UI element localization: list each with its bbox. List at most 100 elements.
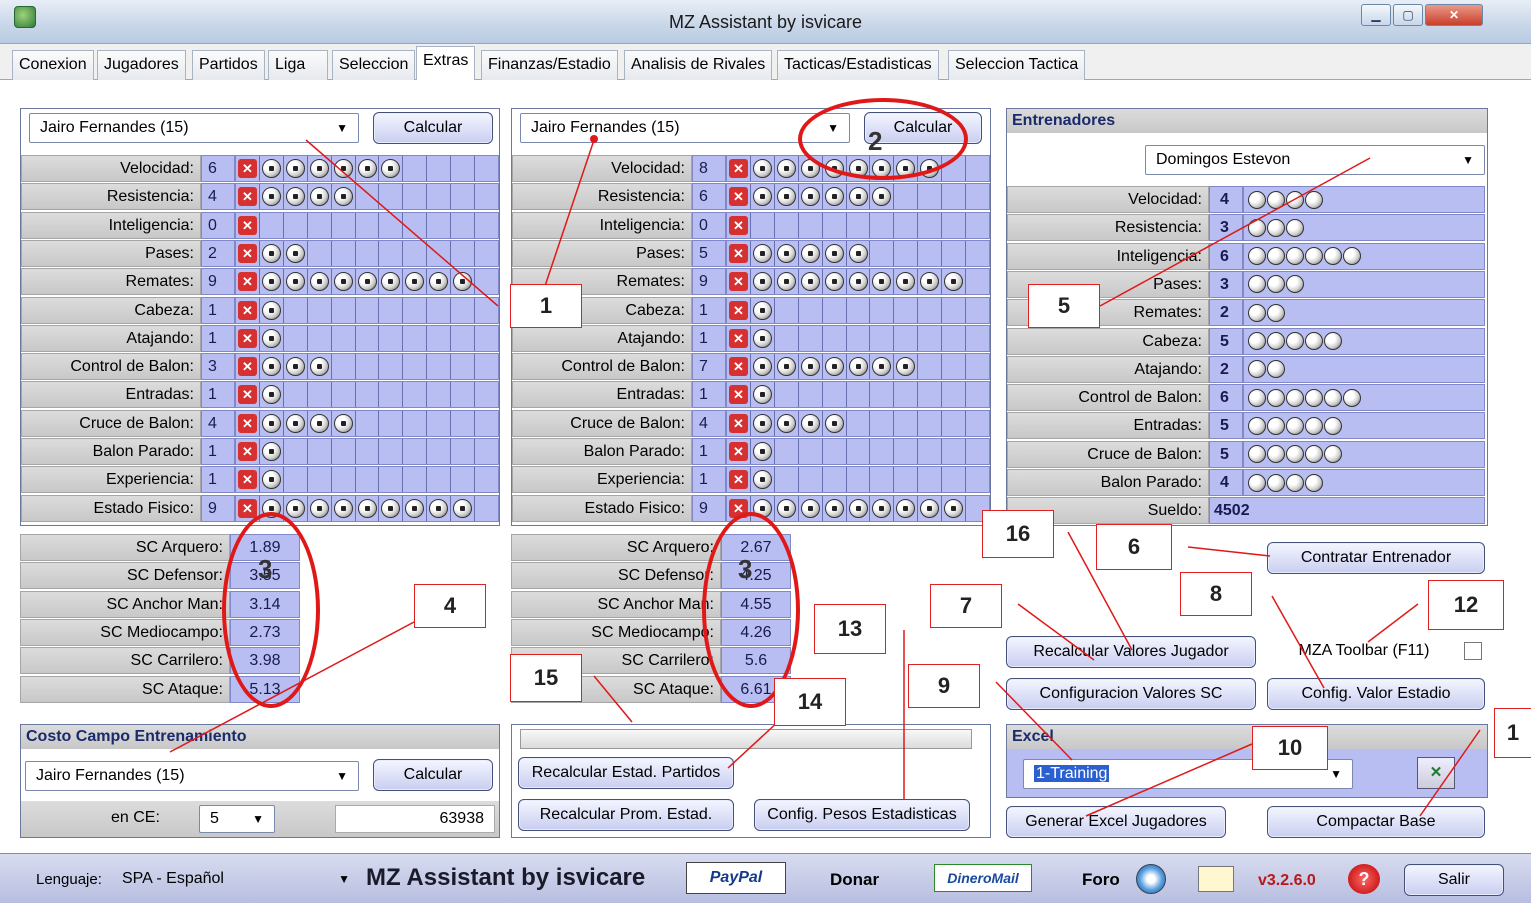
mail-icon[interactable] <box>1198 866 1234 892</box>
chevron-down-icon: ▼ <box>336 121 348 135</box>
skill-label: Balon Parado: <box>512 438 692 465</box>
soccer-ball-icon <box>1248 275 1266 294</box>
skill-label: Control de Balon: <box>21 353 201 381</box>
skill-cell <box>260 382 284 408</box>
tab-jugadores[interactable]: Jugadores <box>97 50 186 80</box>
soccer-ball-icon <box>429 498 449 518</box>
skill-value: 9 <box>692 268 726 296</box>
skill-cell: ✕ <box>236 212 260 238</box>
skill-cell <box>379 467 404 493</box>
soccer-ball-icon <box>800 498 820 518</box>
player1-select-value: Jairo Fernandes (15) <box>40 119 189 136</box>
help-icon[interactable]: ? <box>1348 864 1380 894</box>
skill-bar: ✕ <box>235 239 499 267</box>
soccer-ball-icon <box>872 498 892 518</box>
skill-cell <box>894 240 919 266</box>
config-pesos-button[interactable]: Config. Pesos Estadisticas <box>754 799 970 831</box>
skill-label: Balon Parado: <box>21 438 201 465</box>
soccer-ball-icon <box>1248 388 1266 407</box>
skill-bar: ✕ <box>726 466 990 494</box>
skill-cell: ✕ <box>236 269 260 295</box>
skill-cell: ✕ <box>727 269 751 295</box>
tab-seleccion-tactica[interactable]: Seleccion Tactica <box>948 50 1086 80</box>
contratar-entrenador-button[interactable]: Contratar Entrenador <box>1267 542 1485 574</box>
soccer-ball-icon <box>752 159 772 178</box>
soccer-ball-icon <box>800 272 820 292</box>
maximize-button[interactable]: ▢ <box>1393 4 1423 26</box>
skill-cell <box>332 495 356 521</box>
skill-cell <box>403 495 428 521</box>
tab-seleccion[interactable]: Seleccion <box>332 50 416 80</box>
skill-cell <box>847 354 871 380</box>
costo-panel: Costo Campo Entrenamiento Jairo Fernande… <box>20 724 500 838</box>
coach-select[interactable]: Domingos Estevon ▼ <box>1145 145 1485 175</box>
player1-panel: Jairo Fernandes (15) ▼ Calcular Velocidad… <box>20 108 500 526</box>
salir-button[interactable]: Salir <box>1404 864 1504 896</box>
tab-conexion[interactable]: Conexion <box>12 50 94 80</box>
skill-cell <box>379 297 404 323</box>
tab-liga[interactable]: Liga <box>268 50 328 80</box>
skill-cell <box>308 382 332 408</box>
player1-select[interactable]: Jairo Fernandes (15) ▼ <box>29 113 359 143</box>
skill-cell <box>823 240 847 266</box>
skill-cell <box>847 240 871 266</box>
recalcular-prom-button[interactable]: Recalcular Prom. Estad. <box>518 799 734 831</box>
skill-cell <box>308 495 332 521</box>
dineromail-logo[interactable]: DineroMail <box>934 864 1032 892</box>
tab-analisis[interactable]: Analisis de Rivales <box>624 50 773 80</box>
skill-cell <box>356 382 380 408</box>
skill-cell <box>799 325 823 351</box>
coach-skill-value: 6 <box>1209 242 1243 270</box>
paypal-logo[interactable]: PayPal <box>686 862 786 894</box>
skill-cell <box>427 325 452 351</box>
config-valores-sc-button[interactable]: Configuracion Valores SC <box>1006 678 1256 710</box>
costo-player-select[interactable]: Jairo Fernandes (15) ▼ <box>25 761 359 791</box>
excel-icon[interactable]: ✕ <box>1417 757 1455 789</box>
skill-cell <box>942 354 967 380</box>
generar-excel-button[interactable]: Generar Excel Jugadores <box>1006 806 1226 838</box>
coach-skill-value: 3 <box>1209 214 1243 242</box>
recalcular-valores-button[interactable]: Recalcular Valores Jugador <box>1006 636 1256 668</box>
skill-cell <box>799 439 823 464</box>
skill-cell: ✕ <box>727 212 751 238</box>
skill-value: 4 <box>692 409 726 437</box>
ce-select[interactable]: 5 ▼ <box>199 805 275 833</box>
red-x-icon: ✕ <box>729 357 748 377</box>
soccer-ball-icon <box>800 357 820 377</box>
skill-value: 9 <box>201 494 235 522</box>
skill-cell <box>284 269 308 295</box>
mza-toolbar-checkbox[interactable] <box>1464 642 1482 660</box>
skill-value: 9 <box>692 494 726 522</box>
tab-finanzas[interactable]: Finanzas/Estadio <box>481 50 618 80</box>
costo-calc-button[interactable]: Calcular <box>373 759 493 791</box>
config-valor-estadio-button[interactable]: Config. Valor Estadio <box>1267 678 1485 710</box>
compactar-base-button[interactable]: Compactar Base <box>1267 806 1485 838</box>
skill-cell <box>942 240 967 266</box>
soccer-ball-icon <box>824 272 844 292</box>
excel-select-value: 1-Training <box>1034 765 1110 782</box>
soccer-ball-icon <box>752 385 772 405</box>
skill-cell <box>308 354 332 380</box>
minimize-button[interactable]: ▁ <box>1361 4 1391 26</box>
skill-cell: ✕ <box>727 184 751 210</box>
skill-cell <box>823 325 847 351</box>
skill-cell <box>823 410 847 436</box>
skill-cell <box>356 439 380 464</box>
annotation-box-1: 1 <box>510 284 582 328</box>
skill-cell <box>918 439 943 464</box>
close-button[interactable]: ✕ <box>1425 4 1483 26</box>
skill-cell <box>847 212 871 238</box>
skill-bar: ✕ <box>235 466 499 494</box>
skill-value: 6 <box>692 183 726 211</box>
globe-icon[interactable] <box>1136 864 1166 894</box>
language-select[interactable]: SPA - Español ▼ <box>118 866 360 894</box>
tab-partidos[interactable]: Partidos <box>192 50 265 80</box>
player1-calc-button[interactable]: Calcular <box>373 112 493 144</box>
tab-extras[interactable]: Extras <box>416 46 476 80</box>
skill-cell <box>284 184 308 210</box>
soccer-ball-icon <box>1305 332 1323 350</box>
recalcular-partidos-button[interactable]: Recalcular Estad. Partidos <box>518 757 734 789</box>
skill-cell <box>966 213 989 238</box>
soccer-ball-icon <box>285 357 305 377</box>
tab-tacticas[interactable]: Tacticas/Estadisticas <box>777 50 939 80</box>
